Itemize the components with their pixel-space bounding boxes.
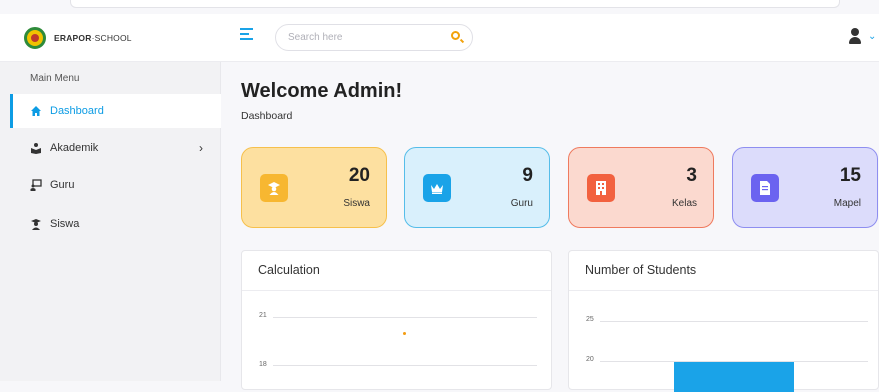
window-top-edge <box>70 0 840 8</box>
stat-card-siswa[interactable]: 20 Siswa <box>241 147 387 228</box>
stat-label: Mapel <box>833 198 861 209</box>
document-icon <box>751 174 779 202</box>
sidebar-item-label: Siswa <box>50 218 80 230</box>
chalkboard-icon <box>30 179 42 191</box>
menu-toggle-icon[interactable] <box>240 28 253 42</box>
stat-label: Guru <box>510 198 533 209</box>
search-icon[interactable] <box>451 31 460 40</box>
page-title: Welcome Admin! <box>241 80 403 102</box>
chevron-down-icon[interactable]: ⌄ <box>868 31 876 42</box>
gridline <box>273 365 537 366</box>
menu-title: Main Menu <box>30 73 80 84</box>
stat-label: Kelas <box>671 198 697 209</box>
stat-card-mapel[interactable]: 15 Mapel <box>732 147 878 228</box>
y-tick-label: 21 <box>259 312 267 319</box>
y-tick-label: 18 <box>259 361 267 368</box>
student-bar[interactable] <box>674 362 794 392</box>
sidebar-item-label: Akademik <box>50 142 99 154</box>
sidebar-item-akademik[interactable]: Akademik › <box>10 131 221 165</box>
school-logo-icon <box>24 26 46 49</box>
student-icon <box>30 218 42 230</box>
y-tick-label: 25 <box>586 316 594 323</box>
sidebar-item-label: Dashboard <box>50 105 104 117</box>
y-tick-label: 20 <box>586 356 594 363</box>
search-box[interactable] <box>275 24 473 51</box>
stat-value: 3 <box>686 165 697 186</box>
stat-value: 15 <box>839 165 861 186</box>
divider <box>569 290 878 291</box>
calculation-card: Calculation 21 18 <box>241 250 552 390</box>
stat-value: 20 <box>348 165 370 186</box>
graduate-icon <box>260 174 288 202</box>
card-title: Calculation <box>258 263 320 277</box>
stat-card-kelas[interactable]: 3 Kelas <box>568 147 714 228</box>
sidebar-item-label: Guru <box>50 179 75 191</box>
data-point[interactable] <box>403 332 406 335</box>
home-icon <box>30 105 42 117</box>
stat-value: 9 <box>522 165 533 186</box>
crown-icon <box>423 174 451 202</box>
card-title: Number of Students <box>585 263 697 277</box>
reading-icon <box>30 142 42 154</box>
sidebar-item-guru[interactable]: Guru <box>10 168 221 202</box>
breadcrumb: Dashboard <box>241 110 293 122</box>
sidebar-item-dashboard[interactable]: Dashboard <box>10 94 221 128</box>
brand-bar[interactable]: ERAPOR·SCHOOL <box>0 14 221 62</box>
building-icon <box>587 174 615 202</box>
stat-card-guru[interactable]: 9 Guru <box>404 147 550 228</box>
brand-name: ERAPOR·SCHOOL <box>54 32 132 43</box>
search-input[interactable] <box>288 32 438 43</box>
chevron-right-icon[interactable]: › <box>199 141 203 155</box>
students-card: Number of Students 25 20 <box>568 250 879 392</box>
gridline <box>273 317 537 318</box>
top-header: ⌄ <box>221 14 879 62</box>
sidebar-item-siswa[interactable]: Siswa <box>10 207 221 241</box>
gridline <box>600 321 868 322</box>
user-avatar-icon[interactable] <box>848 28 862 46</box>
stat-label: Siswa <box>343 198 370 209</box>
divider <box>242 290 551 291</box>
